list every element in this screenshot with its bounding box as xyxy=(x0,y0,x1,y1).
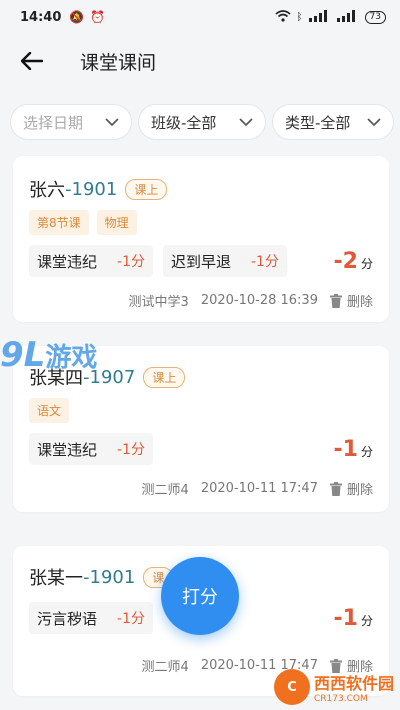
class-number: 1901 xyxy=(89,566,136,588)
arrow-left-icon xyxy=(21,52,43,70)
filter-class-label: 班级-全部 xyxy=(151,113,217,132)
alarm-icon: ⏰ xyxy=(90,10,106,24)
total-score-value: -1 xyxy=(333,605,358,631)
signal-icon-2 xyxy=(336,9,359,25)
watermark-logo-icon: C xyxy=(274,669,310,705)
deduction-item: 课堂违纪 -1分 xyxy=(29,245,153,277)
filter-date-label: 选择日期 xyxy=(23,113,84,132)
record-meta: 测试中学3 2020-10-28 16:39 删除 xyxy=(29,291,373,310)
watermark-site-name: 西西软件园 xyxy=(314,674,395,693)
delete-label: 删除 xyxy=(346,483,373,498)
chevron-down-icon xyxy=(239,118,253,126)
bluetooth-icon: ᛒ xyxy=(296,11,303,23)
back-button[interactable] xyxy=(0,34,64,88)
total-score: -1 分 xyxy=(334,437,373,462)
recorder-name: 测试中学3 xyxy=(128,295,189,310)
trash-icon xyxy=(329,481,342,496)
score-fab-button[interactable]: 打分 xyxy=(161,557,239,635)
class-number: 1901 xyxy=(71,178,118,200)
watermark-number: 9L xyxy=(0,335,46,375)
recorder-name: 测二师4 xyxy=(141,483,189,498)
record-datetime: 2020-10-11 17:47 xyxy=(200,481,318,496)
status-time: 14:40 xyxy=(20,9,62,25)
total-score-value: -1 xyxy=(333,436,358,462)
deduction-points: -1分 xyxy=(117,254,145,270)
delete-button[interactable]: 删除 xyxy=(329,479,373,498)
watermark-9l-logo: 9L 游戏 xyxy=(0,333,150,377)
record-datetime: 2020-10-28 16:39 xyxy=(200,293,318,308)
subject-tag: 物理 xyxy=(96,210,137,235)
total-score: -1 分 xyxy=(334,606,373,631)
deduction-list: 课堂违纪 -1分 -1 分 xyxy=(29,433,373,465)
deduction-points: -1分 xyxy=(117,442,145,458)
deduction-item: 课堂违纪 -1分 xyxy=(29,433,153,465)
deduction-reason: 污言秽语 xyxy=(37,609,98,628)
battery-icon: 73 xyxy=(364,10,386,24)
deduction-reason: 课堂违纪 xyxy=(37,252,98,271)
filter-class[interactable]: 班级-全部 xyxy=(138,104,266,140)
mute-icon: 🔕 xyxy=(69,10,85,24)
watermark-text: 游戏 xyxy=(45,342,98,373)
page-title: 课堂课间 xyxy=(80,51,157,74)
wifi-icon xyxy=(275,9,291,25)
app-bar: 课堂课间 xyxy=(0,34,400,88)
record-meta: 测二师4 2020-10-11 17:47 删除 xyxy=(29,479,373,498)
deduction-points: -1分 xyxy=(117,611,145,627)
deduction-item: 迟到早退 -1分 xyxy=(162,245,287,277)
filter-type-label: 类型-全部 xyxy=(285,113,351,132)
status-bar: 14:40 🔕 ⏰ ᛒ 73 xyxy=(0,0,400,34)
tag-list: 第8节课 物理 xyxy=(29,210,373,235)
total-score-unit: 分 xyxy=(360,256,373,271)
delete-button[interactable]: 删除 xyxy=(329,291,373,310)
watermark-cr173-logo: C 西西软件园 CR173.COM xyxy=(274,668,398,706)
subject-tag: 语文 xyxy=(29,398,70,423)
total-score: -2 分 xyxy=(334,249,373,274)
chevron-down-icon xyxy=(105,118,119,126)
tag-list: 语文 xyxy=(29,398,373,423)
chevron-down-icon xyxy=(367,118,381,126)
filter-date[interactable]: 选择日期 xyxy=(10,104,132,140)
deduction-list: 课堂违纪 -1分 迟到早退 -1分 -2 分 xyxy=(29,245,373,277)
delete-label: 删除 xyxy=(346,295,373,310)
status-badge: 课上 xyxy=(125,178,168,200)
total-score-unit: 分 xyxy=(360,613,373,628)
recorder-name: 测二师4 xyxy=(141,660,189,675)
total-score-value: -2 xyxy=(333,248,358,274)
period-tag: 第8节课 xyxy=(29,210,89,235)
deduction-reason: 课堂违纪 xyxy=(37,440,98,459)
watermark-site-url: CR173.COM xyxy=(314,694,368,704)
record-card[interactable]: 张六 - 1901 课上 第8节课 物理 课堂违纪 -1分 迟到早退 -1分 -… xyxy=(13,156,389,322)
total-score-unit: 分 xyxy=(360,444,373,459)
deduction-reason: 迟到早退 xyxy=(170,252,231,271)
deduction-item: 污言秽语 -1分 xyxy=(29,602,153,634)
signal-icon xyxy=(308,9,331,25)
student-name: 张某一 xyxy=(29,568,83,589)
student-name: 张六 xyxy=(29,180,65,201)
filter-bar: 选择日期 班级-全部 类型-全部 xyxy=(10,104,394,140)
trash-icon xyxy=(329,293,342,308)
deduction-points: -1分 xyxy=(251,254,279,270)
filter-type[interactable]: 类型-全部 xyxy=(272,104,394,140)
